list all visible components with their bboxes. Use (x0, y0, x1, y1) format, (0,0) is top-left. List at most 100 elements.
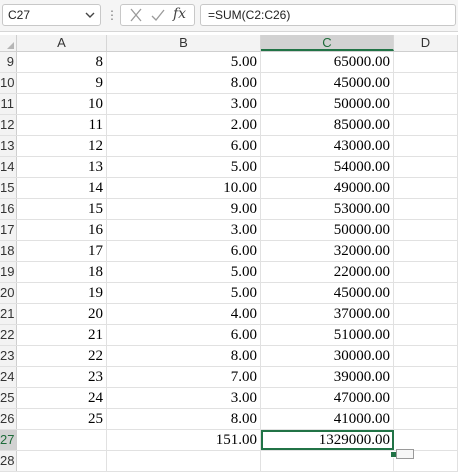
cell-d[interactable] (394, 388, 458, 408)
cell-b[interactable]: 3.00 (107, 220, 261, 240)
cell-c[interactable]: 53000.00 (261, 199, 394, 219)
cell-c[interactable]: 85000.00 (261, 115, 394, 135)
row-header[interactable]: 28 (0, 451, 17, 471)
cell-b[interactable]: 9.00 (107, 199, 261, 219)
cell-a[interactable]: 20 (17, 304, 107, 324)
cell-a[interactable]: 14 (17, 178, 107, 198)
formula-input[interactable]: =SUM(C2:C26) (200, 4, 456, 26)
cell-a[interactable]: 9 (17, 73, 107, 93)
cell-a[interactable]: 24 (17, 388, 107, 408)
cell-b[interactable]: 151.00 (107, 430, 261, 450)
cell-c[interactable]: 65000.00 (261, 52, 394, 72)
cell-b[interactable]: 3.00 (107, 94, 261, 114)
cell-d[interactable] (394, 52, 458, 72)
cell-c[interactable]: 1329000.00 (261, 430, 394, 450)
cell-d[interactable] (394, 157, 458, 177)
cell-a[interactable]: 16 (17, 220, 107, 240)
cell-a[interactable]: 15 (17, 199, 107, 219)
select-all-corner[interactable] (0, 35, 17, 51)
row-header[interactable]: 12 (0, 115, 17, 135)
cell-c[interactable]: 39000.00 (261, 367, 394, 387)
cell-b[interactable]: 6.00 (107, 136, 261, 156)
cell-b[interactable]: 8.00 (107, 73, 261, 93)
cell-c[interactable]: 47000.00 (261, 388, 394, 408)
cell-a[interactable]: 8 (17, 52, 107, 72)
cell-a[interactable]: 21 (17, 325, 107, 345)
cell-d[interactable] (394, 262, 458, 282)
cell-b[interactable]: 4.00 (107, 304, 261, 324)
row-header[interactable]: 19 (0, 262, 17, 282)
cell-b[interactable]: 3.00 (107, 388, 261, 408)
cell-b[interactable]: 8.00 (107, 409, 261, 429)
cell-d[interactable] (394, 136, 458, 156)
cell-b[interactable]: 5.00 (107, 283, 261, 303)
cell-c[interactable]: 41000.00 (261, 409, 394, 429)
cell-a[interactable] (17, 430, 107, 450)
cell-d[interactable] (394, 409, 458, 429)
cell-b[interactable]: 2.00 (107, 115, 261, 135)
cell-a[interactable]: 23 (17, 367, 107, 387)
row-header[interactable]: 10 (0, 73, 17, 93)
cell-b[interactable]: 5.00 (107, 52, 261, 72)
row-header[interactable]: 18 (0, 241, 17, 261)
row-header[interactable]: 20 (0, 283, 17, 303)
cell-d[interactable] (394, 346, 458, 366)
row-header[interactable]: 11 (0, 94, 17, 114)
row-header[interactable]: 22 (0, 325, 17, 345)
row-header[interactable]: 16 (0, 199, 17, 219)
cell-a[interactable]: 22 (17, 346, 107, 366)
row-header[interactable]: 21 (0, 304, 17, 324)
cell-d[interactable] (394, 304, 458, 324)
cell-c[interactable]: 54000.00 (261, 157, 394, 177)
cell-a[interactable]: 18 (17, 262, 107, 282)
cell-a[interactable]: 10 (17, 94, 107, 114)
cell-d[interactable] (394, 283, 458, 303)
cell-a[interactable]: 17 (17, 241, 107, 261)
cell-d[interactable] (394, 220, 458, 240)
cell-c[interactable]: 43000.00 (261, 136, 394, 156)
name-box[interactable]: C27 (2, 4, 101, 26)
cell-a[interactable] (17, 451, 107, 471)
cell-b[interactable]: 6.00 (107, 325, 261, 345)
cell-d[interactable] (394, 199, 458, 219)
chevron-down-icon[interactable] (83, 8, 97, 22)
vertical-ellipsis-icon[interactable]: ⋮ (106, 7, 118, 23)
cell-c[interactable]: 45000.00 (261, 283, 394, 303)
cell-b[interactable]: 8.00 (107, 346, 261, 366)
cell-a[interactable]: 25 (17, 409, 107, 429)
cell-d[interactable] (394, 430, 458, 450)
column-header-d[interactable]: D (394, 35, 458, 51)
row-header[interactable]: 26 (0, 409, 17, 429)
cell-c[interactable] (261, 451, 394, 471)
cell-c[interactable]: 50000.00 (261, 220, 394, 240)
cell-c[interactable]: 30000.00 (261, 346, 394, 366)
cell-b[interactable]: 7.00 (107, 367, 261, 387)
cell-d[interactable] (394, 325, 458, 345)
cell-c[interactable]: 22000.00 (261, 262, 394, 282)
cell-d[interactable] (394, 94, 458, 114)
cell-c[interactable]: 50000.00 (261, 94, 394, 114)
row-header[interactable]: 15 (0, 178, 17, 198)
cell-d[interactable] (394, 367, 458, 387)
cell-b[interactable]: 6.00 (107, 241, 261, 261)
column-header-a[interactable]: A (17, 35, 107, 51)
cell-b[interactable]: 5.00 (107, 262, 261, 282)
cell-c[interactable]: 37000.00 (261, 304, 394, 324)
cell-c[interactable]: 51000.00 (261, 325, 394, 345)
row-header[interactable]: 9 (0, 52, 17, 72)
cell-c[interactable]: 45000.00 (261, 73, 394, 93)
cell-d[interactable] (394, 115, 458, 135)
cell-c[interactable]: 49000.00 (261, 178, 394, 198)
cell-b[interactable] (107, 451, 261, 471)
cell-b[interactable]: 5.00 (107, 157, 261, 177)
cell-b[interactable]: 10.00 (107, 178, 261, 198)
row-header[interactable]: 25 (0, 388, 17, 408)
cell-d[interactable] (394, 73, 458, 93)
cell-d[interactable] (394, 241, 458, 261)
row-header[interactable]: 14 (0, 157, 17, 177)
row-header[interactable]: 24 (0, 367, 17, 387)
row-header[interactable]: 23 (0, 346, 17, 366)
row-header[interactable]: 17 (0, 220, 17, 240)
cell-a[interactable]: 13 (17, 157, 107, 177)
cancel-x-icon[interactable] (127, 7, 145, 23)
